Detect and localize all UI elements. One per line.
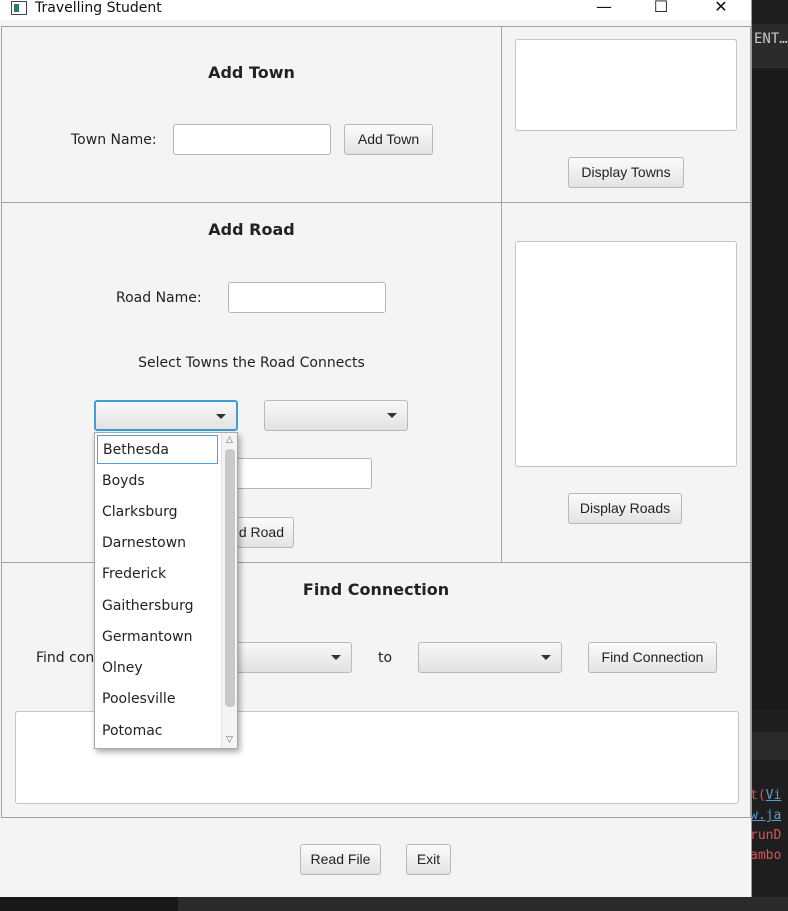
window-title: Travelling Student <box>35 0 162 16</box>
ide-bottom-bar <box>0 897 788 911</box>
roads-display-pane: Display Roads <box>501 202 751 563</box>
chevron-down-icon <box>541 655 551 660</box>
app-icon <box>11 1 27 15</box>
dropdown-option-potomac[interactable]: Potomac <box>97 717 218 746</box>
app-window: Travelling Student — ☐ ✕ Add Town Town N… <box>0 0 752 897</box>
display-towns-button[interactable]: Display Towns <box>568 157 684 188</box>
add-road-pane: Add Road Road Name: Select Towns the Roa… <box>1 202 502 563</box>
ide-toolbar-strip <box>750 732 788 760</box>
scroll-thumb[interactable] <box>225 449 235 707</box>
towns-textarea[interactable] <box>515 39 737 131</box>
dropdown-option-frederick[interactable]: Frederick <box>97 560 218 589</box>
console-line: w.ja <box>750 808 782 823</box>
dest-town-combo[interactable] <box>264 400 408 431</box>
close-icon[interactable]: ✕ <box>701 0 741 18</box>
town-dropdown-list[interactable]: Bethesda Boyds Clarksburg Darnestown Fre… <box>94 432 238 749</box>
minimize-icon[interactable]: — <box>584 0 624 18</box>
add-road-heading: Add Road <box>208 220 295 239</box>
town-name-label: Town Name: <box>71 132 157 148</box>
chevron-down-icon <box>216 414 226 419</box>
console-line: t(Vi <box>750 788 782 803</box>
road-name-label: Road Name: <box>116 290 202 306</box>
display-roads-button[interactable]: Display Roads <box>568 493 682 524</box>
dropdown-option-clarksburg[interactable]: Clarksburg <box>97 498 218 527</box>
maximize-icon[interactable]: ☐ <box>641 0 681 18</box>
select-towns-label: Select Towns the Road Connects <box>138 355 365 371</box>
source-town-combo[interactable] <box>94 400 238 431</box>
road-name-input[interactable] <box>228 282 386 313</box>
chevron-down-icon <box>387 413 397 418</box>
dropdown-option-boyds[interactable]: Boyds <box>97 467 218 496</box>
add-town-heading: Add Town <box>208 63 295 82</box>
dropdown-option-germantown[interactable]: Germantown <box>97 623 218 652</box>
exit-button[interactable]: Exit <box>406 844 451 875</box>
town-name-input[interactable] <box>173 124 331 155</box>
ide-editor-area <box>750 70 788 710</box>
dropdown-option-bethesda[interactable]: Bethesda <box>97 435 218 464</box>
read-file-button[interactable]: Read File <box>300 844 381 875</box>
add-town-button[interactable]: Add Town <box>344 124 433 155</box>
dropdown-option-darnestown[interactable]: Darnestown <box>97 529 218 558</box>
ide-console: t(Vi w.ja runD ambo <box>750 782 788 896</box>
console-line: runD <box>750 828 782 843</box>
to-town-combo[interactable] <box>418 642 562 673</box>
console-line: ambo <box>750 848 782 863</box>
find-connection-button[interactable]: Find Connection <box>588 642 717 673</box>
dropdown-scrollbar[interactable]: △ ▽ <box>221 433 237 748</box>
towns-display-pane: Display Towns <box>501 26 751 203</box>
ide-tab[interactable]: ENT… <box>750 24 788 68</box>
chevron-down-icon <box>331 655 341 660</box>
road-distance-input[interactable] <box>228 458 372 489</box>
title-bar: Travelling Student — ☐ ✕ <box>0 0 751 20</box>
dropdown-option-poolesville[interactable]: Poolesville <box>97 685 218 714</box>
dropdown-option-olney[interactable]: Olney <box>97 654 218 683</box>
scroll-down-icon[interactable]: ▽ <box>225 736 234 745</box>
scroll-up-icon[interactable]: △ <box>225 436 234 445</box>
add-town-pane: Add Town Town Name: Add Town <box>1 26 502 203</box>
to-label: to <box>378 650 393 666</box>
dropdown-option-gaithersburg[interactable]: Gaithersburg <box>97 592 218 621</box>
find-connection-label: Find con <box>36 650 95 666</box>
ide-background: ENT… t(Vi w.ja runD ambo <box>750 0 788 911</box>
roads-textarea[interactable] <box>515 241 737 467</box>
